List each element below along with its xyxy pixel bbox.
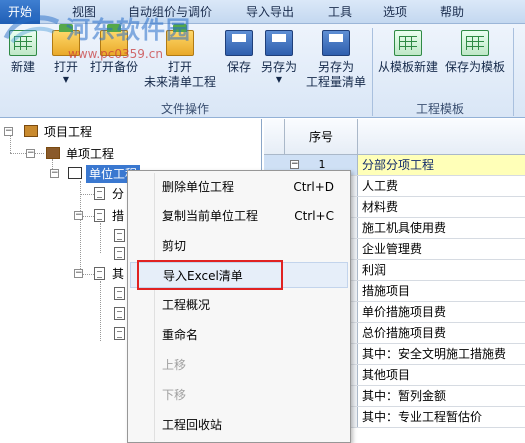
document-icon (114, 229, 125, 242)
template-save-icon (461, 30, 489, 56)
name-cell: 分部分项工程 (362, 158, 435, 172)
name-cell: 措施项目 (362, 284, 411, 298)
new-from-template-button[interactable]: 从模板新建 (376, 30, 440, 75)
menu-item-recycle-bin[interactable]: 工程回收站 (130, 412, 348, 438)
document-icon (114, 307, 125, 320)
document-icon (114, 287, 125, 300)
menu-start[interactable]: 开始 (0, 0, 41, 24)
name-cell: 利润 (362, 263, 387, 277)
building-icon (46, 147, 60, 159)
menu-item-delete-unit[interactable]: 删除单位工程 Ctrl+D (130, 174, 348, 200)
menu-tools[interactable]: 工具 (328, 0, 352, 24)
name-cell: 其他项目 (362, 368, 411, 382)
document-icon (94, 209, 105, 222)
tree-guide (10, 133, 11, 153)
collapse-icon[interactable]: − (50, 169, 59, 178)
grid-header: 序号 (264, 119, 525, 155)
book-icon (68, 167, 82, 179)
menu-item-cut[interactable]: 剪切 (130, 233, 348, 259)
menu-item-move-down[interactable]: 下移 (130, 382, 348, 408)
new-file-icon (9, 30, 37, 56)
tree-guide (100, 223, 101, 253)
save-list-icon (322, 30, 350, 56)
menu-item-import-excel[interactable]: 导入Excel清单 (130, 262, 348, 288)
chevron-down-icon[interactable]: ▼ (48, 75, 84, 85)
tree-guide (80, 194, 94, 195)
name-cell: 其中：安全文明施工措施费 (362, 347, 507, 361)
menu-auto-pricing[interactable]: 自动组价与调价 (128, 0, 212, 24)
open-backup-button[interactable]: 打开备份 (88, 24, 140, 75)
collapse-icon[interactable]: − (74, 269, 83, 278)
group-divider (513, 28, 514, 116)
menu-help[interactable]: 帮助 (440, 0, 464, 24)
group-label-template: 工程模板 (415, 102, 464, 116)
collapse-icon[interactable]: − (4, 127, 13, 136)
collapse-icon[interactable]: − (74, 211, 83, 220)
menu-import-export[interactable]: 导入导出 (246, 0, 294, 24)
name-cell: 其中：专业工程暂估价 (362, 410, 483, 424)
save-as-quantity-list-button[interactable]: 另存为 工程量清单 (304, 30, 368, 90)
document-icon (114, 327, 125, 340)
document-icon (94, 267, 105, 280)
chevron-down-icon[interactable]: ▼ (258, 75, 300, 85)
open-future-list-button[interactable]: 打开 未来清单工程 (142, 24, 218, 90)
collapse-icon[interactable]: − (26, 149, 35, 158)
save-as-template-button[interactable]: 保存为模板 (442, 30, 508, 75)
menu-view[interactable]: 视图 (72, 0, 96, 24)
tree-guide (80, 181, 81, 277)
document-icon (114, 247, 125, 260)
name-cell: 单价措施项目费 (362, 305, 447, 319)
open-folder-icon (52, 24, 80, 56)
name-cell: 总价措施项目费 (362, 326, 447, 340)
name-cell: 材料费 (362, 200, 399, 214)
menu-bar: 开始 视图 自动组价与调价 导入导出 工具 选项 帮助 (0, 0, 525, 24)
new-button[interactable]: 新建 (6, 30, 40, 75)
template-new-icon (394, 30, 422, 56)
name-cell: 施工机具使用费 (362, 221, 447, 235)
name-cell: 其中：暂列金额 (362, 389, 447, 403)
open-button[interactable]: 打开 ▼ (48, 24, 84, 85)
name-cell: 企业管理费 (362, 242, 423, 256)
menu-item-overview[interactable]: 工程概况 (130, 292, 348, 318)
menu-item-rename[interactable]: 重命名 (130, 322, 348, 348)
ribbon: 新建 打开 ▼ 打开备份 打开 未来清单工程 保存 另存为 ▼ 另存为 工程量清… (0, 24, 525, 118)
menu-options[interactable]: 选项 (383, 0, 407, 24)
menu-item-move-up[interactable]: 上移 (130, 352, 348, 378)
context-menu: 删除单位工程 Ctrl+D 复制当前单位工程 Ctrl+C 剪切 导入Excel… (127, 170, 351, 443)
name-cell: 人工费 (362, 179, 399, 193)
save-button[interactable]: 保存 (224, 30, 254, 75)
save-as-icon (265, 30, 293, 56)
open-future-icon (166, 24, 194, 56)
menu-item-copy-unit[interactable]: 复制当前单位工程 Ctrl+C (130, 203, 348, 229)
open-backup-icon (100, 24, 128, 56)
project-icon (24, 125, 38, 137)
tree-guide (100, 281, 101, 341)
group-divider (372, 28, 373, 116)
save-disk-icon (225, 30, 253, 56)
column-header-seq[interactable]: 序号 (284, 119, 358, 155)
document-icon (94, 187, 105, 200)
save-as-button[interactable]: 另存为 ▼ (258, 30, 300, 85)
group-label-file-ops: 文件操作 (160, 102, 209, 116)
